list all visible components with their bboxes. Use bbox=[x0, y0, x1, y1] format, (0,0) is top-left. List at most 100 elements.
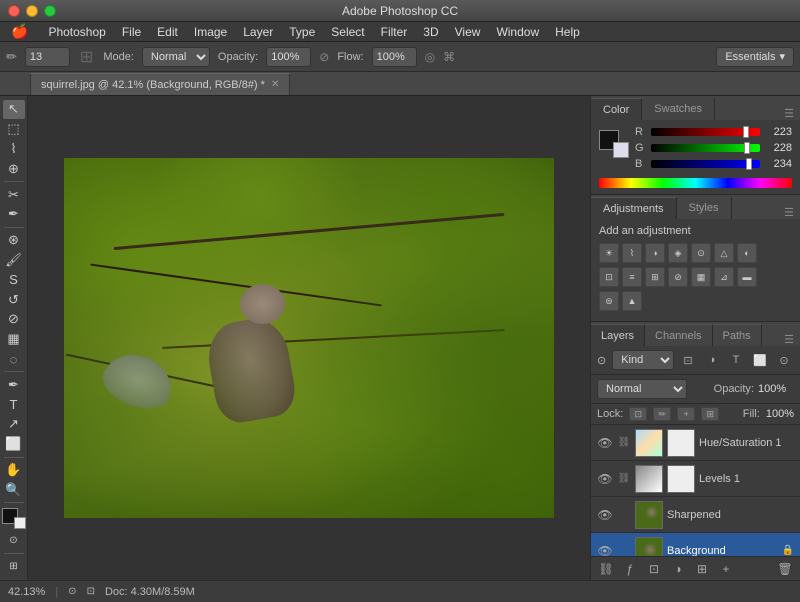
layers-panel-menu[interactable]: ☰ bbox=[784, 333, 800, 346]
pen-tool[interactable]: ✒ bbox=[3, 375, 25, 394]
layer-mask-button[interactable]: ⊡ bbox=[645, 560, 663, 578]
posterize-adj-icon[interactable]: ▦ bbox=[691, 267, 711, 287]
menu-3d[interactable]: 3D bbox=[416, 23, 445, 41]
hand-tool[interactable]: ✋ bbox=[3, 461, 25, 480]
new-group-button[interactable]: ⊞ bbox=[693, 560, 711, 578]
gradient-map-adj-icon[interactable]: ▬ bbox=[737, 267, 757, 287]
apple-menu[interactable]: 🍎 bbox=[4, 21, 35, 42]
opacity-value[interactable]: 100% bbox=[758, 383, 794, 395]
lock-transparent-button[interactable]: ⊡ bbox=[629, 407, 647, 421]
crop-tool[interactable]: ✂ bbox=[3, 185, 25, 204]
layer-row-sharpened[interactable]: 👁 Sharpened bbox=[591, 497, 800, 533]
document-tab[interactable]: squirrel.jpg @ 42.1% (Background, RGB/8#… bbox=[30, 73, 290, 95]
layer-row-hue-saturation[interactable]: 👁 ⛓ Hue/Saturation 1 bbox=[591, 425, 800, 461]
screen-mode-button[interactable]: ⊞ bbox=[3, 557, 25, 576]
window-controls[interactable] bbox=[8, 5, 56, 17]
layer-row-background[interactable]: 👁 Background 🔒 bbox=[591, 533, 800, 556]
menu-window[interactable]: Window bbox=[489, 23, 546, 41]
layer-row-levels[interactable]: 👁 ⛓ Levels 1 bbox=[591, 461, 800, 497]
lock-image-button[interactable]: ✏ bbox=[653, 407, 671, 421]
invert-adj-icon[interactable]: ⊘ bbox=[668, 267, 688, 287]
healing-brush-tool[interactable]: ⊛ bbox=[3, 231, 25, 250]
green-slider[interactable] bbox=[651, 144, 760, 152]
channel-mix-adj-icon[interactable]: ≡ bbox=[622, 267, 642, 287]
maximize-button[interactable] bbox=[44, 5, 56, 17]
layer-effects-button[interactable]: ƒ bbox=[621, 560, 639, 578]
blur-tool[interactable]: ◌ bbox=[3, 350, 25, 369]
red-slider[interactable] bbox=[651, 128, 760, 136]
menu-layer[interactable]: Layer bbox=[236, 23, 280, 41]
selective-color-adj-icon[interactable]: ⊜ bbox=[599, 291, 619, 311]
menu-help[interactable]: Help bbox=[548, 23, 587, 41]
mode-select[interactable]: Normal Multiply Screen Overlay bbox=[142, 47, 210, 67]
exposure-adj-icon[interactable]: ◑ bbox=[645, 243, 665, 263]
color-lookup-adj-icon[interactable]: ⊞ bbox=[645, 267, 665, 287]
fill-layer-button[interactable]: ◑ bbox=[669, 560, 687, 578]
gradient-tool[interactable]: ▦ bbox=[3, 330, 25, 349]
threshold-adj-icon[interactable]: ⊿ bbox=[714, 267, 734, 287]
shape-filter-button[interactable]: ⬜ bbox=[750, 350, 770, 370]
eraser-tool[interactable]: ⊘ bbox=[3, 310, 25, 329]
bg-swatch[interactable] bbox=[613, 142, 629, 158]
background-color[interactable] bbox=[14, 517, 26, 529]
lock-artboard-button[interactable]: ⊞ bbox=[701, 407, 719, 421]
blend-mode-select[interactable]: Normal Multiply Screen Overlay bbox=[597, 379, 687, 399]
type-tool[interactable]: T bbox=[3, 395, 25, 414]
tab-layers[interactable]: Layers bbox=[591, 324, 645, 346]
essentials-button[interactable]: Essentials ▾ bbox=[716, 47, 794, 67]
menu-filter[interactable]: Filter bbox=[374, 23, 415, 41]
color-swatch-fg-bg[interactable] bbox=[599, 130, 629, 158]
adj-panel-menu[interactable]: ☰ bbox=[784, 206, 800, 219]
curves-adj-icon[interactable]: ⌇ bbox=[622, 243, 642, 263]
menu-file[interactable]: File bbox=[115, 23, 148, 41]
zoom-tool[interactable]: 🔍 bbox=[3, 480, 25, 499]
layer-visibility-levels[interactable]: 👁 bbox=[597, 471, 613, 487]
lasso-tool[interactable]: ⌇ bbox=[3, 140, 25, 159]
menu-view[interactable]: View bbox=[448, 23, 488, 41]
opacity-value[interactable]: 100% bbox=[266, 47, 311, 67]
menu-edit[interactable]: Edit bbox=[150, 23, 185, 41]
eyedropper-tool[interactable]: ✒ bbox=[3, 205, 25, 224]
fg-bg-colors[interactable] bbox=[2, 508, 26, 529]
brightness-adj-icon[interactable]: ☀ bbox=[599, 243, 619, 263]
marquee-tool[interactable]: ⬚ bbox=[3, 120, 25, 139]
bw-adj-icon[interactable]: ◐ bbox=[737, 243, 757, 263]
layer-visibility-background[interactable]: 👁 bbox=[597, 543, 613, 557]
pixel-filter-button[interactable]: ⊡ bbox=[678, 350, 698, 370]
color-balance-adj-icon[interactable]: △ bbox=[714, 243, 734, 263]
type-filter-button[interactable]: T bbox=[726, 350, 746, 370]
lock-position-button[interactable]: + bbox=[677, 407, 695, 421]
tab-color[interactable]: Color bbox=[591, 98, 642, 120]
clone-stamp-tool[interactable]: S bbox=[3, 270, 25, 289]
vibrance-adj-icon[interactable]: ◈ bbox=[668, 243, 688, 263]
photo-filter-adj-icon[interactable]: ⊡ bbox=[599, 267, 619, 287]
menu-image[interactable]: Image bbox=[187, 23, 234, 41]
layer-visibility-hue[interactable]: 👁 bbox=[597, 435, 613, 451]
brush-size-value[interactable]: 13 bbox=[25, 47, 70, 67]
tab-swatches[interactable]: Swatches bbox=[642, 98, 715, 120]
kind-select[interactable]: Kind bbox=[612, 350, 674, 370]
tab-paths[interactable]: Paths bbox=[713, 324, 762, 346]
levels-adj-icon[interactable]: ▲ bbox=[622, 291, 642, 311]
tab-styles[interactable]: Styles bbox=[677, 197, 732, 219]
menu-type[interactable]: Type bbox=[282, 23, 322, 41]
layer-visibility-sharpened[interactable]: 👁 bbox=[597, 507, 613, 523]
color-panel-menu[interactable]: ☰ bbox=[784, 107, 800, 120]
minimize-button[interactable] bbox=[26, 5, 38, 17]
move-tool[interactable]: ↖ bbox=[3, 100, 25, 119]
tab-adjustments[interactable]: Adjustments bbox=[591, 197, 677, 219]
path-tool[interactable]: ↗ bbox=[3, 415, 25, 434]
document-canvas[interactable] bbox=[64, 158, 554, 518]
quick-mask-button[interactable]: ⊙ bbox=[3, 532, 25, 551]
hue-sat-adj-icon[interactable]: ⊙ bbox=[691, 243, 711, 263]
flow-value[interactable]: 100% bbox=[372, 47, 417, 67]
adjustment-filter-button[interactable]: ◑ bbox=[702, 350, 722, 370]
tab-close-button[interactable]: ✕ bbox=[271, 79, 279, 90]
shape-tool[interactable]: ⬜ bbox=[3, 435, 25, 454]
history-brush-tool[interactable]: ↺ bbox=[3, 290, 25, 309]
fill-value[interactable]: 100% bbox=[766, 408, 794, 420]
menu-select[interactable]: Select bbox=[324, 23, 371, 41]
blue-slider[interactable] bbox=[651, 160, 760, 168]
link-layers-button[interactable]: ⛓ bbox=[597, 560, 615, 578]
brush-tool[interactable]: 🖌 bbox=[3, 251, 25, 270]
